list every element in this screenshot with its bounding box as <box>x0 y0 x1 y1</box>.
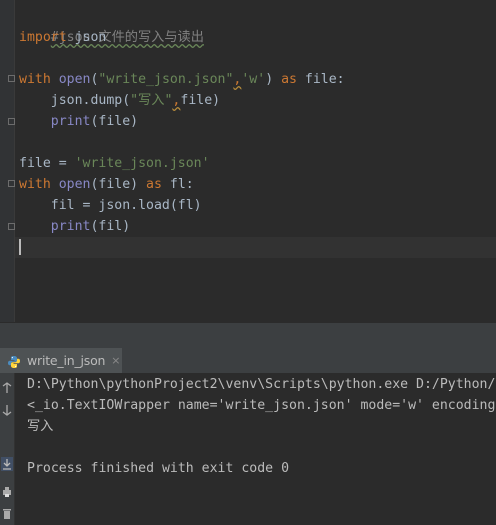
console-line: <_io.TextIOWrapper name='write_json.json… <box>27 398 496 413</box>
keyword: as <box>281 72 297 87</box>
string: 'w' <box>241 72 266 87</box>
code-text: json <box>66 30 107 45</box>
keyword: import <box>19 30 67 45</box>
console-line: Process finished with exit code 0 <box>27 461 290 476</box>
print-icon[interactable] <box>1 485 13 499</box>
code-text: fil = json.load(fl) <box>19 198 202 213</box>
stop-icon[interactable] <box>1 403 13 417</box>
code-text: file = <box>19 156 75 171</box>
string: 'write_json.json' <box>74 156 210 171</box>
code-text: file: <box>296 72 345 87</box>
delete-icon[interactable] <box>1 507 13 521</box>
code-editor[interactable]: #json 文件的写入与读出 import json with open("wr… <box>0 0 496 322</box>
code-line-10: fil = json.load(fl) <box>19 195 202 216</box>
fold-marker-icon[interactable] <box>8 75 15 82</box>
current-line-highlight <box>15 237 496 258</box>
python-icon <box>7 354 21 368</box>
code-line-1: #json 文件的写入与读出 <box>19 6 204 45</box>
keyword: with <box>19 177 51 192</box>
close-icon[interactable]: × <box>111 354 120 367</box>
builtin: open <box>50 177 91 192</box>
editor-gutter <box>0 0 15 322</box>
code-line-11: print(fil) <box>19 216 130 237</box>
code-line-8: file = 'write_json.json' <box>19 153 210 174</box>
code-line-2: import json <box>19 27 106 48</box>
keyword: as <box>146 177 162 192</box>
builtin: print <box>19 114 91 129</box>
keyword: with <box>19 72 51 87</box>
code-text: (file) <box>90 177 147 192</box>
fold-marker-icon[interactable] <box>8 118 15 125</box>
code-line-5: json.dump("写入",file) <box>19 90 220 111</box>
run-tab-bar: write_in_json × <box>0 348 496 374</box>
scroll-to-end-icon[interactable] <box>1 457 13 471</box>
code-text: fl: <box>161 177 194 192</box>
code-line-6: print(file) <box>19 111 138 132</box>
code-text: json.dump( <box>19 93 131 108</box>
builtin: open <box>50 72 91 87</box>
code-line-4: with open("write_json.json",'w') as file… <box>19 69 345 90</box>
run-tab[interactable]: write_in_json × <box>0 348 122 373</box>
console-line: 写入 <box>27 419 54 434</box>
fold-marker-icon[interactable] <box>8 180 15 187</box>
text-caret <box>19 239 21 255</box>
rerun-icon[interactable] <box>1 381 13 395</box>
fold-marker-icon[interactable] <box>8 223 15 230</box>
code-text: (file) <box>90 114 139 129</box>
console-output[interactable]: D:\Python\pythonProject2\venv\Scripts\py… <box>15 373 496 525</box>
code-text: file) <box>180 93 221 108</box>
code-text: (fil) <box>90 219 131 234</box>
run-toolbar <box>0 373 15 525</box>
string: "write_json.json" <box>98 72 234 87</box>
code-text: ) <box>265 72 282 87</box>
string: "写入" <box>130 93 173 108</box>
builtin: print <box>19 219 91 234</box>
run-tab-label: write_in_json <box>27 353 106 368</box>
code-line-9: with open(file) as fl: <box>19 174 194 195</box>
panel-splitter[interactable] <box>0 322 496 349</box>
console-line: D:\Python\pythonProject2\venv\Scripts\py… <box>27 377 496 392</box>
